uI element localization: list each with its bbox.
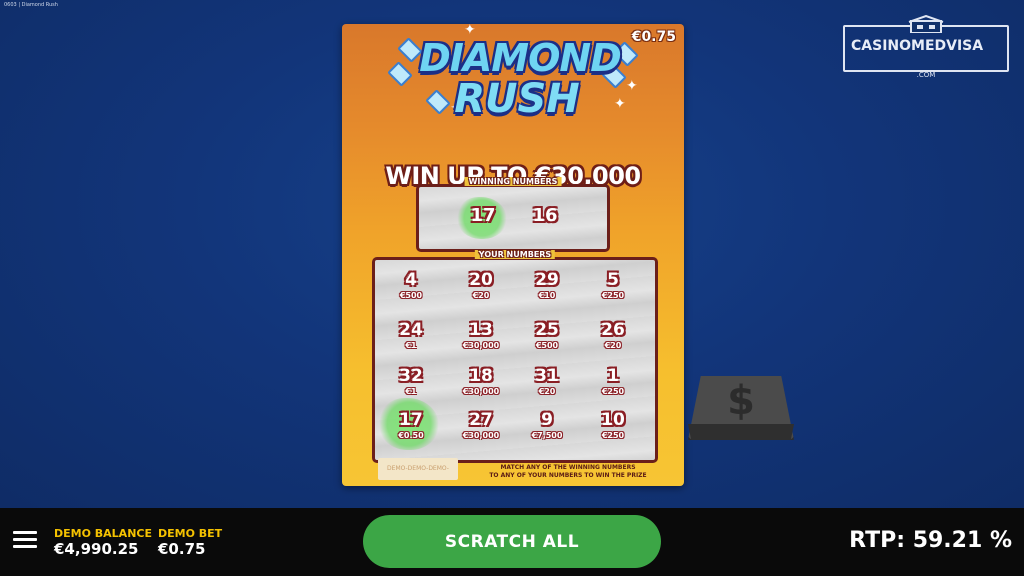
casino-building-icon	[908, 15, 944, 33]
hamburger-menu-icon[interactable]	[13, 531, 37, 549]
prize-amount: €30,000	[462, 387, 500, 396]
your-number: 27	[469, 410, 493, 430]
your-number: 10	[601, 410, 625, 430]
prize-amount: €1	[405, 341, 417, 350]
sparkle-icon: ✦	[626, 78, 638, 94]
your-number: 13	[469, 320, 493, 340]
your-number-cell: 29 €10	[517, 270, 577, 300]
prize-amount: €30,000	[462, 341, 500, 350]
your-number-cell: 4 €500	[381, 270, 441, 300]
your-numbers-panel[interactable]: YOUR NUMBERS 4 €500 20 €20 29 €10 5 €250 24 €1 13 €…	[372, 250, 658, 463]
scratch-tool-base	[688, 424, 794, 440]
watermark-brand: CASINOMEDVISA	[851, 38, 984, 54]
window-title: 0603 | Diamond Rush	[4, 2, 58, 8]
your-number: 20	[469, 270, 493, 290]
your-number-cell: 5 €250	[583, 270, 643, 300]
your-number: 26	[601, 320, 625, 340]
watermark-domain: .COM	[916, 71, 936, 79]
your-number: 4	[405, 270, 417, 290]
your-number: 17	[399, 410, 423, 430]
your-number-cell: 24 €1	[381, 320, 441, 350]
your-number: 25	[535, 320, 559, 340]
your-number-cell: 10 €250	[583, 410, 643, 440]
prize-amount: €0.50	[398, 431, 424, 440]
your-number-cell: 13 €30,000	[451, 320, 511, 350]
demo-stamp: DEMO-DEMO-DEMO-DEMO	[378, 458, 458, 480]
balance-label: DEMO BALANCE	[54, 527, 152, 540]
prize-amount: €1	[405, 387, 417, 396]
your-number: 32	[399, 366, 423, 386]
prize-amount: €20	[604, 341, 622, 350]
prize-amount: €7,500	[531, 431, 563, 440]
balance-value: €4,990.25	[54, 540, 139, 558]
sparkle-icon: ✦	[614, 96, 626, 112]
logo-diamond-text: DIAMOND	[419, 36, 622, 80]
prize-amount: €250	[601, 431, 625, 440]
your-number-cell: 31 €20	[517, 366, 577, 396]
rtp-display: RTP: 59.21 %	[849, 528, 1012, 553]
dollar-icon: $	[727, 378, 755, 424]
logo-rush-text: RUSH	[454, 76, 580, 122]
your-number-cell: 17 €0.50	[381, 410, 441, 440]
your-number: 29	[535, 270, 559, 290]
ticket-price: €0.75	[631, 29, 676, 45]
prize-amount: €20	[538, 387, 556, 396]
casinomedvisa-logo: CASINOMEDVISA .COM	[843, 15, 1009, 79]
winning-number: 16	[532, 205, 558, 226]
your-number-cell: 1 €250	[583, 366, 643, 396]
your-number: 24	[399, 320, 423, 340]
diamond-icon	[387, 61, 413, 87]
instructions-line-2: TO ANY OF YOUR NUMBERS TO WIN THE PRIZE	[489, 472, 647, 479]
prize-amount: €250	[601, 387, 625, 396]
prize-amount: €250	[601, 291, 625, 300]
your-number-cell: 26 €20	[583, 320, 643, 350]
your-number-cell: 18 €30,000	[451, 366, 511, 396]
scratch-ticket[interactable]: ✦ ✦ ✦ ✦ DIAMOND RUSH €0.75 WIN UP TO €30…	[342, 24, 684, 486]
scratch-all-button[interactable]: SCRATCH ALL	[363, 515, 661, 568]
prize-amount: €30,000	[462, 431, 500, 440]
prize-amount: €10	[538, 291, 556, 300]
instructions-text: MATCH ANY OF THE WINNING NUMBERS TO ANY …	[488, 464, 648, 480]
instructions-line-1: MATCH ANY OF THE WINNING NUMBERS	[500, 464, 636, 471]
bet-label: DEMO BET	[158, 527, 223, 540]
your-number-cell: 27 €30,000	[451, 410, 511, 440]
your-number: 5	[607, 270, 619, 290]
prize-amount: €500	[399, 291, 423, 300]
your-number-cell: 32 €1	[381, 366, 441, 396]
prize-amount: €500	[535, 341, 559, 350]
your-number: 9	[541, 410, 553, 430]
your-numbers-label: YOUR NUMBERS	[474, 250, 556, 259]
prize-amount: €20	[472, 291, 490, 300]
your-number: 31	[535, 366, 559, 386]
winning-numbers-label: WINNING NUMBERS	[464, 177, 562, 186]
bet-value[interactable]: €0.75	[158, 540, 205, 558]
your-number: 1	[607, 366, 619, 386]
winning-numbers-panel[interactable]: WINNING NUMBERS 17 16	[416, 177, 610, 252]
your-number-cell: 20 €20	[451, 270, 511, 300]
your-number-cell: 25 €500	[517, 320, 577, 350]
your-number: 18	[469, 366, 493, 386]
your-number-cell: 9 €7,500	[517, 410, 577, 440]
winning-number: 17	[470, 205, 496, 226]
